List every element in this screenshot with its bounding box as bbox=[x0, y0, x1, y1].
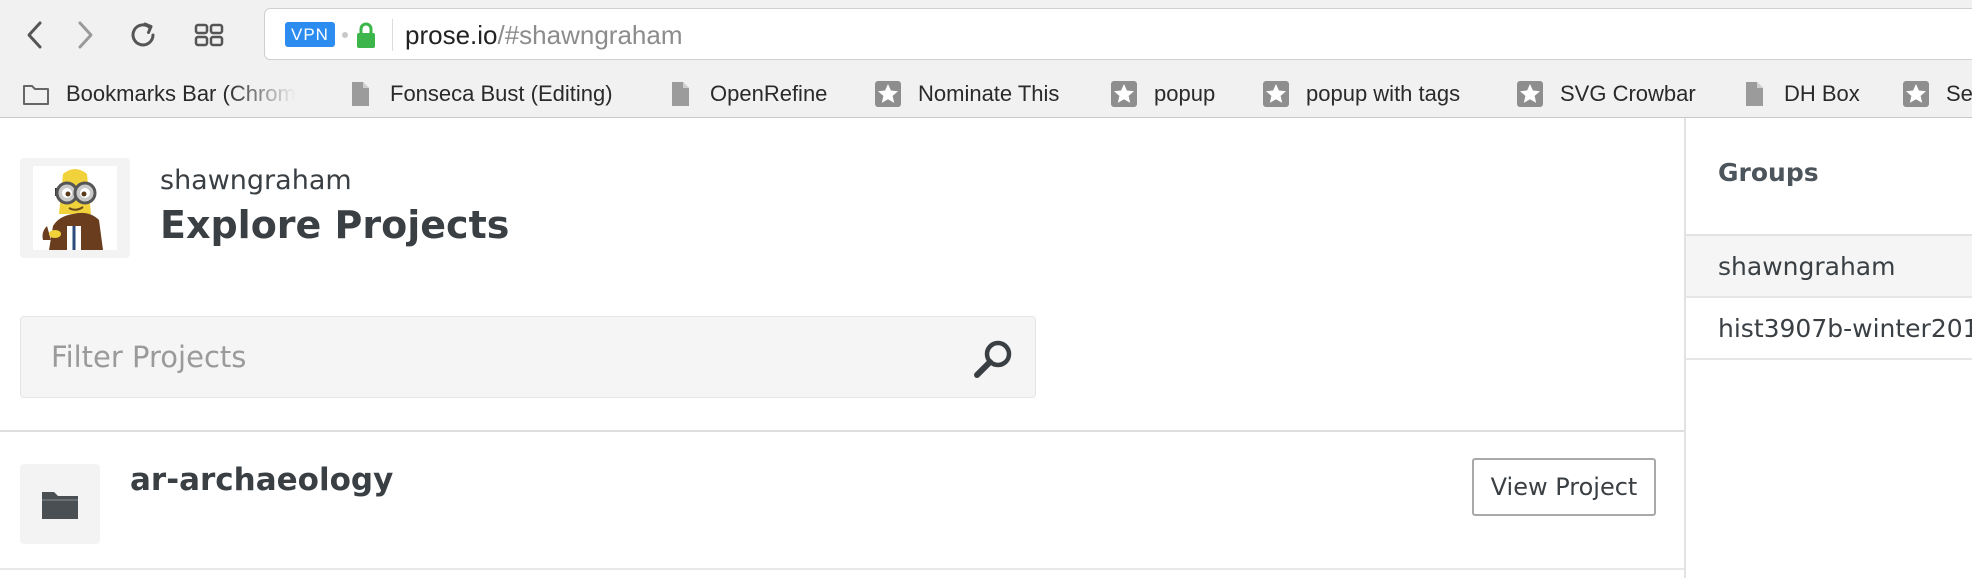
lock-icon[interactable] bbox=[356, 21, 376, 49]
browser-toolbar: VPN prose.io/#shawngraham bbox=[0, 0, 1972, 70]
groups-title: Groups bbox=[1718, 158, 1819, 187]
bookmark-openrefine[interactable]: OpenRefine bbox=[666, 79, 827, 109]
reload-icon bbox=[131, 22, 155, 47]
project-name[interactable]: ar-archaeology bbox=[130, 462, 393, 498]
address-dot-separator bbox=[342, 32, 348, 38]
page-icon bbox=[352, 82, 369, 106]
bookmark-truncated[interactable]: Se bbox=[1902, 79, 1972, 109]
avatar-image bbox=[33, 166, 117, 250]
grid-icon bbox=[194, 23, 224, 47]
folder-tile bbox=[20, 464, 100, 544]
star-bookmarklet-icon bbox=[875, 81, 901, 107]
forward-button[interactable] bbox=[64, 14, 106, 56]
star-bookmarklet-icon bbox=[1263, 81, 1289, 107]
bookmarks-bar: Bookmarks Bar (Chrom Fonseca Bust (Editi… bbox=[0, 70, 1972, 118]
reload-button[interactable] bbox=[122, 14, 164, 56]
bookmark-fonseca-bust[interactable]: Fonseca Bust (Editing) bbox=[346, 79, 613, 109]
star-bookmarklet-icon bbox=[1903, 81, 1929, 107]
search-icon[interactable] bbox=[971, 337, 1015, 381]
view-project-button[interactable]: View Project bbox=[1472, 458, 1656, 516]
groups-sidebar: Groups shawngraham hist3907b-winter2015 bbox=[1684, 118, 1972, 578]
bookmark-label: OpenRefine bbox=[710, 81, 828, 106]
bookmark-label: SVG Crowbar bbox=[1560, 81, 1696, 106]
page-icon bbox=[1746, 82, 1763, 106]
bookmark-dh-box[interactable]: DH Box bbox=[1740, 79, 1860, 109]
username: shawngraham bbox=[160, 165, 352, 196]
forward-arrow-icon bbox=[78, 21, 93, 49]
avatar bbox=[20, 158, 130, 258]
vpn-badge[interactable]: VPN bbox=[285, 22, 335, 47]
group-item-shawngraham[interactable]: shawngraham bbox=[1686, 236, 1972, 298]
filter-projects-input[interactable] bbox=[21, 317, 1035, 397]
group-item-hist3907b-winter2015[interactable]: hist3907b-winter2015 bbox=[1686, 298, 1972, 360]
project-row: ar-archaeology View Project bbox=[0, 432, 1684, 570]
bookmark-label: popup bbox=[1154, 81, 1216, 106]
url-host: prose.io bbox=[405, 20, 498, 50]
star-bookmarklet-icon bbox=[1517, 81, 1543, 107]
url-text[interactable]: prose.io/#shawngraham bbox=[405, 21, 683, 49]
bookmark-popup-with-tags[interactable]: popup with tags bbox=[1262, 79, 1460, 109]
address-divider bbox=[392, 19, 393, 51]
address-bar[interactable]: VPN prose.io/#shawngraham bbox=[264, 8, 1972, 60]
bookmark-label: DH Box bbox=[1784, 81, 1860, 106]
bookmark-label: Fonseca Bust (Editing) bbox=[390, 81, 613, 106]
star-bookmarklet-icon bbox=[1111, 81, 1137, 107]
bookmark-label: Nominate This bbox=[918, 81, 1060, 106]
tab-overview-button[interactable] bbox=[188, 14, 230, 56]
folder-icon bbox=[42, 492, 78, 519]
filter-projects bbox=[20, 316, 1036, 398]
bookmark-label: Se bbox=[1946, 81, 1972, 106]
page-icon bbox=[672, 82, 689, 106]
folder-icon bbox=[23, 85, 49, 105]
back-button[interactable] bbox=[14, 14, 56, 56]
bookmark-label: popup with tags bbox=[1306, 81, 1461, 106]
bookmark-svg-crowbar[interactable]: SVG Crowbar bbox=[1516, 79, 1696, 109]
bookmark-nominate-this[interactable]: Nominate This bbox=[874, 79, 1059, 109]
back-arrow-icon bbox=[27, 21, 42, 49]
main-content: shawngraham Explore Projects ar-archaeol… bbox=[0, 118, 1684, 578]
bookmark-popup[interactable]: popup bbox=[1110, 79, 1215, 109]
page-title: Explore Projects bbox=[160, 203, 510, 247]
bookmark-folder-bookmarks-bar[interactable]: Bookmarks Bar (Chrom bbox=[22, 79, 302, 109]
bookmark-label: Bookmarks Bar (Chrom bbox=[66, 81, 296, 106]
url-path: /#shawngraham bbox=[497, 20, 683, 50]
